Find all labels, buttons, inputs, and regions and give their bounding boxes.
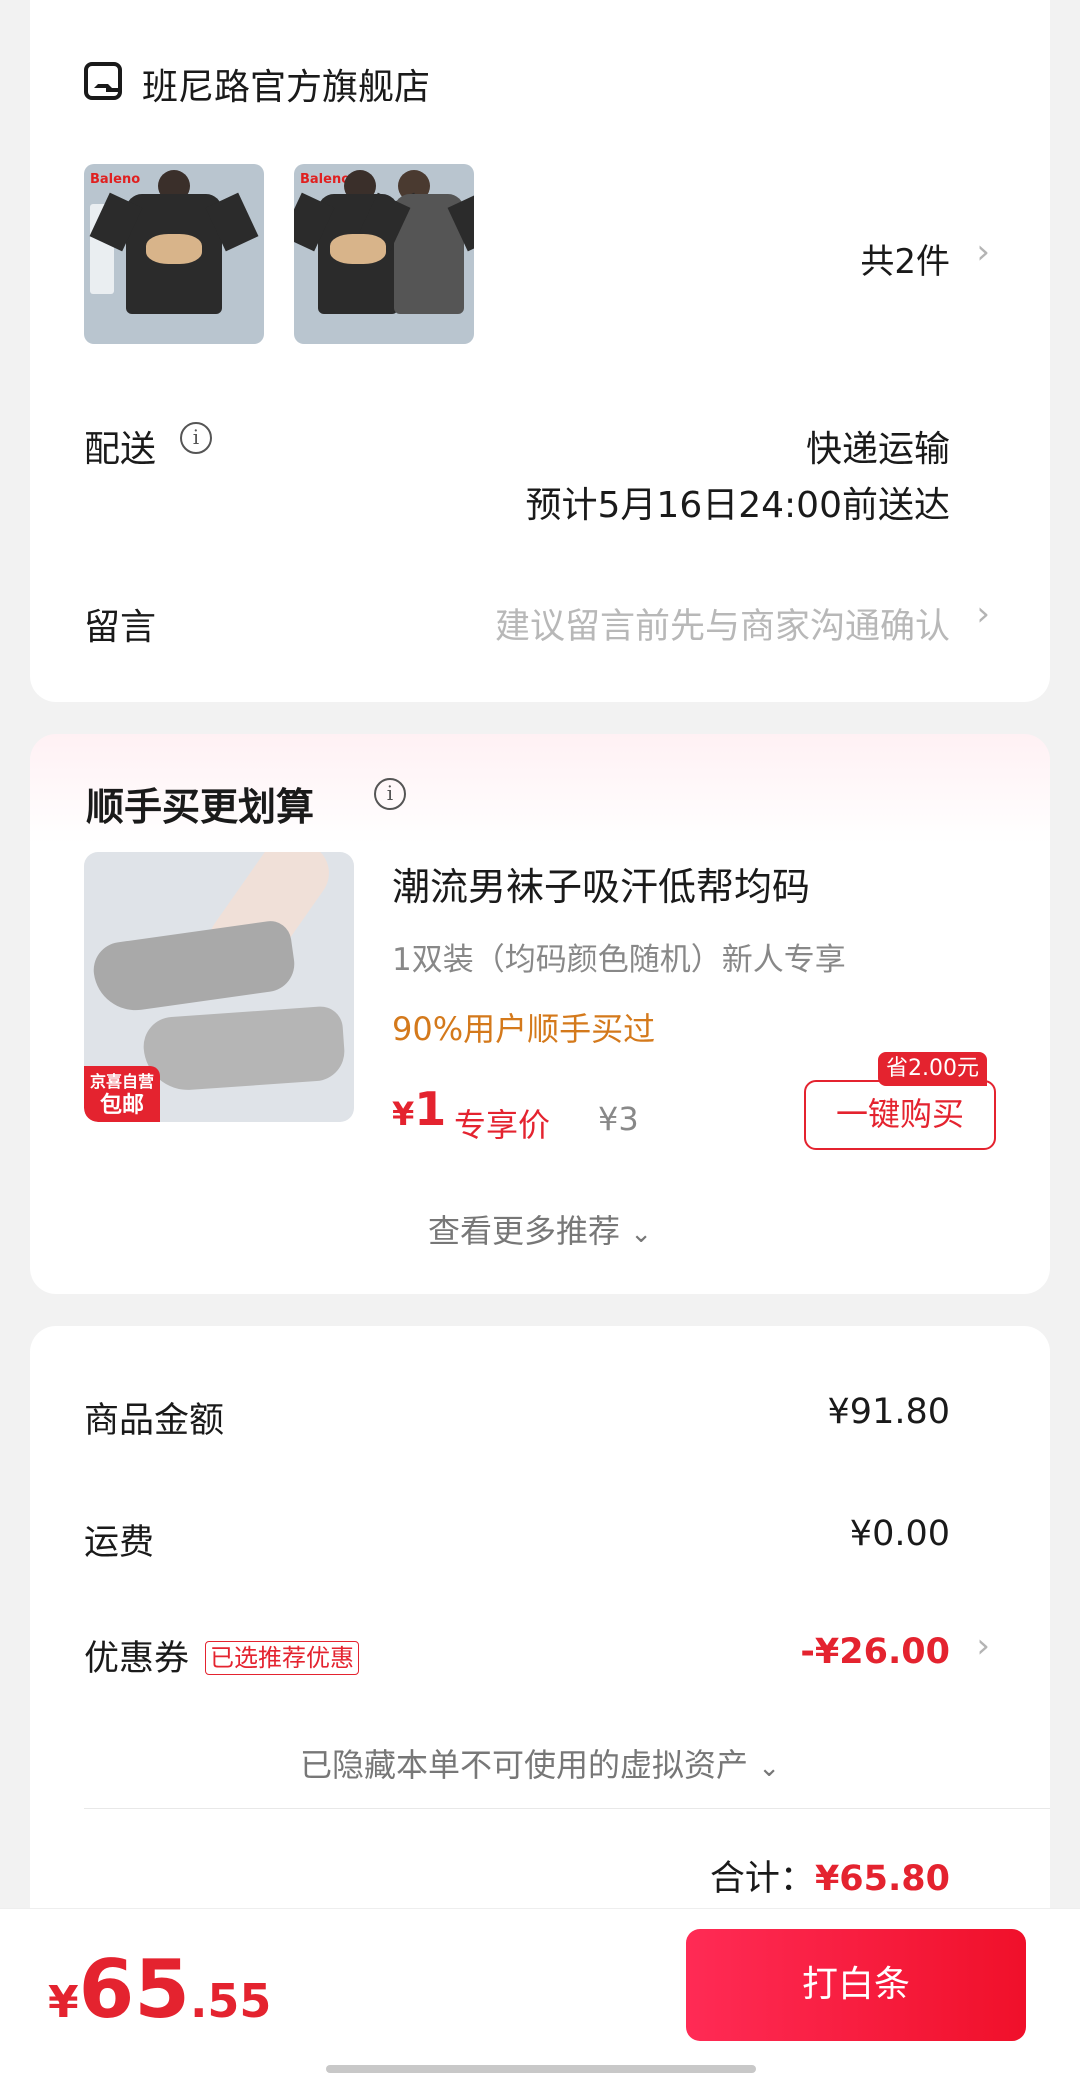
coupon-row[interactable]: 优惠券 已选推荐优惠: [84, 1630, 360, 1681]
chevron-right-icon[interactable]: ›: [976, 1626, 990, 1666]
original-price: ¥3: [598, 1100, 639, 1138]
home-indicator[interactable]: [326, 2065, 756, 2073]
coupon-label: 优惠券: [84, 1639, 190, 1679]
chevron-right-icon[interactable]: ›: [976, 232, 990, 272]
coupon-value[interactable]: -¥26.00: [800, 1632, 950, 1672]
shipping-value: ¥0.00: [849, 1514, 950, 1554]
goods-amount-label: 商品金额: [84, 1401, 225, 1441]
recommend-title: 顺手买更划算: [86, 785, 315, 829]
product-spec: 1双装（均码颜色随机）新人专享: [392, 942, 846, 978]
goods-amount-value: ¥91.80: [827, 1392, 950, 1432]
pay-button[interactable]: 打白条: [686, 1929, 1026, 2041]
price: ¥1: [392, 1082, 447, 1136]
self-operated-badge: 京喜自营 包邮: [84, 1066, 160, 1122]
shipping-label: 运费: [84, 1523, 155, 1563]
product-title[interactable]: 潮流男袜子吸汗低帮均码: [392, 856, 810, 911]
divider: [84, 1808, 1050, 1809]
item-count[interactable]: 共2件: [860, 234, 950, 283]
more-recommend-link[interactable]: 查看更多推荐 ⌄: [30, 1206, 1050, 1252]
shop-card: 班尼路官方旗舰店 Baleno Baleno 共2件 › 配送 i 快递运输 预…: [30, 0, 1050, 702]
shop-name[interactable]: 班尼路官方旗舰店: [142, 58, 430, 110]
save-tag: 省2.00元: [878, 1052, 987, 1086]
chevron-right-icon[interactable]: ›: [976, 594, 990, 634]
price-label: 专享价: [454, 1106, 551, 1144]
info-icon[interactable]: i: [374, 778, 406, 810]
message-label: 留言: [84, 607, 157, 648]
recommend-card: 顺手买更划算 i 京喜自营 包邮 潮流男袜子吸汗低帮均码 1双装（均码颜色随机）…: [30, 734, 1050, 1294]
pay-amount: ¥65.55: [48, 1943, 272, 2036]
bottom-pay-bar: ¥65.55 打白条: [0, 1908, 1080, 2076]
delivery-label: 配送: [84, 429, 157, 470]
coupon-tag: 已选推荐优惠: [205, 1641, 360, 1675]
store-icon: [84, 62, 122, 100]
product-thumbnail[interactable]: Baleno: [294, 164, 474, 344]
chevron-down-icon: ⌄: [758, 1753, 780, 1783]
delivery-eta: 预计5月16日24:00前送达: [525, 485, 950, 526]
chevron-down-icon: ⌄: [630, 1219, 652, 1249]
summary-card: 商品金额 ¥91.80 运费 ¥0.00 优惠券 已选推荐优惠 -¥26.00 ›…: [30, 1326, 1050, 1926]
info-icon[interactable]: i: [180, 422, 212, 454]
brand-logo: Baleno: [300, 172, 351, 187]
delivery-method: 快递运输: [805, 429, 950, 470]
total: 合计：¥65.80: [709, 1859, 950, 1899]
brand-logo: Baleno: [90, 172, 141, 187]
social-proof: 90%用户顺手买过: [392, 1010, 656, 1048]
hidden-assets-toggle[interactable]: 已隐藏本单不可使用的虚拟资产 ⌄: [30, 1740, 1050, 1786]
sock-product-image[interactable]: 京喜自营 包邮: [84, 852, 354, 1122]
product-thumbnail[interactable]: Baleno: [84, 164, 264, 344]
message-input[interactable]: 建议留言前先与商家沟通确认: [495, 598, 950, 649]
quick-buy-button[interactable]: 一键购买: [804, 1080, 996, 1150]
